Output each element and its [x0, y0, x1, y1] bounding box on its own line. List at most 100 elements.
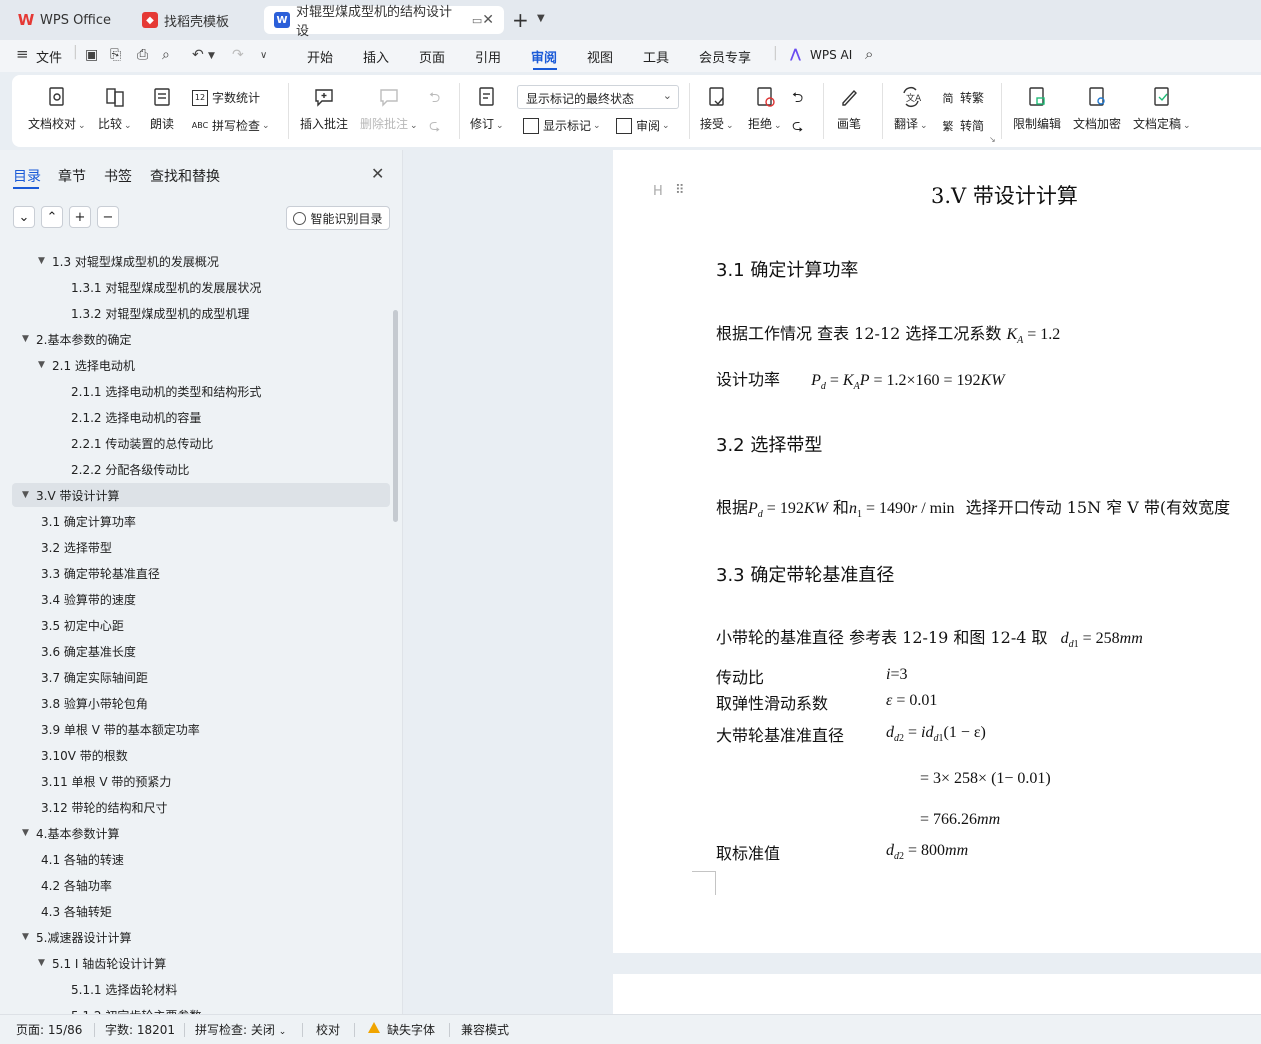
toc-item[interactable]: 3.9 单根 V 带的基本额定功率 — [38, 717, 200, 741]
encrypt-button[interactable]: 文档加密 — [1073, 85, 1121, 132]
reject-button[interactable]: 拒绝 ⌄ — [748, 85, 782, 132]
nav-tab-bookmarks[interactable]: 书签 — [104, 166, 132, 186]
expand-triangle-icon[interactable]: ▼ — [22, 490, 36, 500]
export-icon[interactable]: ⎘ — [110, 47, 121, 63]
document-page[interactable]: H ⠿ 3.V 带设计计算 3.1 确定计算功率 根据工作情况 查表 12-12… — [613, 150, 1261, 953]
toc-item[interactable]: ▼ 4.基本参数计算 — [22, 821, 119, 845]
toc-item[interactable]: 5.1.2 初定齿轮主要参数 — [68, 1003, 201, 1015]
toc-item[interactable]: 3.2 选择带型 — [38, 535, 112, 559]
menu-references[interactable]: 引用 — [475, 47, 501, 66]
print-preview-icon[interactable]: ⌕ — [162, 47, 170, 63]
page-indicator[interactable]: 页面: 15/86 — [16, 1021, 82, 1038]
chevron-down-icon[interactable]: ∨ — [260, 50, 267, 61]
next-comment-icon[interactable]: ⮎ — [429, 115, 440, 139]
word-count-status[interactable]: 字数: 18201 — [105, 1021, 175, 1038]
remove-heading-button[interactable]: − — [97, 206, 119, 228]
document-page-next[interactable] — [613, 974, 1261, 1014]
toc-item[interactable]: ▼ 3.V 带设计计算 — [12, 483, 390, 507]
markup-state-select[interactable]: 显示标记的最终状态 ⌄ — [517, 85, 679, 109]
expand-triangle-icon[interactable]: ▼ — [22, 828, 36, 838]
toc-item[interactable]: 3.7 确定实际轴间距 — [38, 665, 148, 689]
menu-file[interactable]: 文件 — [36, 47, 62, 66]
to-traditional-button[interactable]: 简 转繁 — [940, 89, 985, 106]
toc-item[interactable]: 3.5 初定中心距 — [38, 613, 124, 637]
pen-button[interactable]: 画笔 — [837, 85, 861, 132]
insert-comment-button[interactable]: 插入批注 — [300, 85, 348, 132]
read-aloud-button[interactable]: 朗读 — [150, 85, 174, 132]
toc-item[interactable]: ▼ 1.3 对辊型煤成型机的发展概况 — [38, 249, 219, 273]
expand-button[interactable]: ⌃ — [41, 206, 63, 228]
prev-change-icon[interactable]: ⮌ — [792, 87, 803, 111]
expand-triangle-icon[interactable]: ▼ — [22, 932, 36, 942]
document-area[interactable]: H ⠿ 3.V 带设计计算 3.1 确定计算功率 根据工作情况 查表 12-12… — [404, 150, 1261, 1014]
delete-comment-button[interactable]: 删除批注 ⌄ — [360, 85, 418, 132]
nav-tab-sections[interactable]: 章节 — [58, 166, 86, 186]
close-tab-icon[interactable]: ✕ — [482, 12, 494, 28]
finalize-button[interactable]: 文档定稿 ⌄ — [1133, 85, 1191, 132]
menu-view[interactable]: 视图 — [587, 47, 613, 66]
toc-item[interactable]: 3.12 带轮的结构和尺寸 — [38, 795, 168, 819]
search-icon[interactable]: ⌕ — [865, 45, 873, 63]
compat-mode-status[interactable]: 兼容模式 — [461, 1021, 509, 1038]
toc-item[interactable]: ▼ 5.减速器设计计算 — [22, 925, 131, 949]
menu-home[interactable]: 开始 — [307, 47, 333, 66]
proof-status[interactable]: 校对 — [316, 1021, 340, 1038]
toc-item[interactable]: 3.3 确定带轮基准直径 — [38, 561, 160, 585]
toc-item[interactable]: 1.3.1 对辊型煤成型机的发展展状况 — [68, 275, 261, 299]
tab-wps-office[interactable]: W WPS Office — [8, 6, 124, 34]
toc-item[interactable]: ▼ 2.1 选择电动机 — [38, 353, 135, 377]
toc-item[interactable]: 4.2 各轴功率 — [38, 873, 112, 897]
toc-item[interactable]: 3.1 确定计算功率 — [38, 509, 136, 533]
screen-icon[interactable]: ▭ — [472, 14, 482, 27]
toc-item[interactable]: 3.11 单根 V 带的预紧力 — [38, 769, 171, 793]
save-icon[interactable]: ▣ — [85, 47, 98, 63]
toc-item[interactable]: 4.3 各轴转矩 — [38, 899, 112, 923]
toc-item[interactable]: ▼ 5.1 I 轴齿轮设计计算 — [38, 951, 166, 975]
review-pane-button[interactable]: 审阅 ⌄ — [616, 117, 670, 134]
menu-review[interactable]: 审阅 — [531, 47, 557, 66]
toc-item[interactable]: 2.1.1 选择电动机的类型和结构形式 — [68, 379, 261, 403]
spell-check-status[interactable]: 拼写检查: 关闭 ⌄ — [195, 1021, 286, 1038]
compare-button[interactable]: 比较 ⌄ — [98, 85, 132, 132]
toc-item[interactable]: 3.8 验算小带轮包角 — [38, 691, 148, 715]
toc-item[interactable]: 2.2.2 分配各级传动比 — [68, 457, 189, 481]
toc-item[interactable]: 3.10V 带的根数 — [38, 743, 128, 767]
expand-triangle-icon[interactable]: ▼ — [22, 334, 36, 344]
accept-button[interactable]: 接受 ⌄ — [700, 85, 734, 132]
add-heading-button[interactable]: + — [69, 206, 91, 228]
toc-item[interactable]: 5.1.1 选择齿轮材料 — [68, 977, 177, 1001]
doc-proof-button[interactable]: 文档校对 ⌄ — [28, 85, 86, 132]
toc-item[interactable]: 3.6 确定基准长度 — [38, 639, 136, 663]
menu-page[interactable]: 页面 — [419, 47, 445, 66]
toc-item[interactable]: 1.3.2 对辊型煤成型机的成型机理 — [68, 301, 249, 325]
restrict-edit-button[interactable]: 限制编辑 — [1013, 85, 1061, 132]
menu-tools[interactable]: 工具 — [643, 47, 669, 66]
translate-button[interactable]: 文A 翻译 ⌄ — [894, 85, 928, 132]
toc-item[interactable]: 3.4 验算带的速度 — [38, 587, 136, 611]
next-change-icon[interactable]: ⮎ — [792, 115, 803, 139]
toc-item[interactable]: 2.1.2 选择电动机的容量 — [68, 405, 201, 429]
expand-triangle-icon[interactable]: ▼ — [38, 360, 52, 370]
collapse-button[interactable]: ⌄ — [13, 206, 35, 228]
nav-scrollbar[interactable] — [393, 310, 398, 522]
print-icon[interactable]: ⎙ — [137, 47, 148, 63]
chevron-down-icon[interactable]: ▼ — [537, 13, 545, 24]
nav-tab-find-replace[interactable]: 查找和替换 — [150, 166, 220, 186]
chevron-down-icon[interactable]: ▼ — [208, 51, 215, 61]
undo-icon[interactable]: ↶ — [192, 47, 204, 63]
nav-tab-toc[interactable]: 目录 — [13, 166, 41, 186]
redo-icon[interactable]: ↷ — [232, 47, 244, 63]
expand-triangle-icon[interactable]: ▼ — [38, 958, 52, 968]
toc-item[interactable]: 2.2.1 传动装置的总传动比 — [68, 431, 213, 455]
toc-item[interactable]: ▼ 2.基本参数的确定 — [22, 327, 131, 351]
missing-font-status[interactable]: 缺失字体 — [387, 1021, 435, 1038]
toc-item[interactable]: 4.1 各轴的转速 — [38, 847, 124, 871]
tab-docer[interactable]: ◆ 找稻壳模板 — [132, 6, 258, 34]
spell-check-button[interactable]: ABC 拼写检查 ⌄ — [192, 117, 270, 134]
add-tab-icon[interactable]: + — [512, 8, 529, 32]
menu-membership[interactable]: 会员专享 — [699, 47, 751, 66]
revise-button[interactable]: 修订 ⌄ — [470, 85, 504, 132]
show-markup-button[interactable]: 显示标记 ⌄ — [523, 117, 601, 134]
drag-handle-icon[interactable]: ⠿ — [675, 183, 685, 198]
menu-insert[interactable]: 插入 — [363, 47, 389, 66]
